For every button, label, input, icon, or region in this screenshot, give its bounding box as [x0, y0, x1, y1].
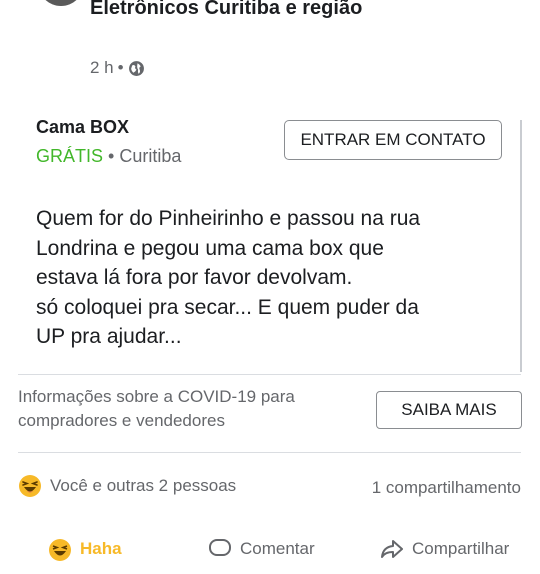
haha-label: Haha [80, 539, 122, 558]
post-body-line: UP pra ajudar... [36, 325, 182, 348]
contact-seller-button[interactable]: ENTRAR EM CONTATO [284, 120, 502, 160]
listing-separator: • [108, 146, 115, 166]
shares-count[interactable]: 1 compartilhamento [372, 478, 521, 498]
post-body-line: Londrina e pegou uma cama box que [36, 236, 384, 260]
comment-label: Comentar [240, 539, 315, 558]
post-body-line: só coloquei pra secar... E quem puder da [36, 295, 419, 319]
post-body-line: estava lá fora por favor devolvam. [36, 266, 353, 289]
reactions-summary[interactable]: Você e outras 2 pessoas [18, 474, 236, 498]
globe-icon [128, 60, 145, 77]
share-icon [380, 538, 404, 560]
meta-separator: • [117, 58, 124, 77]
share-label: Compartilhar [412, 539, 510, 558]
share-button[interactable]: Compartilhar [380, 538, 509, 560]
listing-location: Curitiba [119, 146, 182, 166]
comment-icon [208, 538, 232, 560]
group-avatar[interactable] [38, 0, 84, 6]
post-body-line: Quem for do Pinheirinho e passou na rua [36, 207, 421, 230]
post-action-bar: Haha Comentar Compartilhar [0, 534, 540, 574]
haha-icon [48, 538, 72, 561]
covid-info-text: Informações sobre a COVID-19 para compra… [18, 387, 295, 430]
post-time[interactable]: 2 h [90, 58, 114, 78]
covid-info-banner: Informações sobre a COVID-19 para compra… [18, 374, 522, 453]
comment-button[interactable]: Comentar [208, 538, 315, 560]
haha-emoji-icon [18, 474, 42, 498]
listing-subtitle: GRÁTIS • Curitiba [36, 146, 181, 167]
reactions-text: Você e outras 2 pessoas [50, 476, 237, 495]
listing-title: Cama BOX [36, 117, 130, 137]
post-meta: 2 h • [90, 58, 145, 78]
learn-more-button[interactable]: SAIBA MAIS [376, 391, 522, 429]
group-name-link[interactable]: Eletrônicos Curitiba e região [90, 0, 420, 22]
post-body: Quem for do Pinheirinho e passou na rua … [36, 204, 496, 352]
listing-price: GRÁTIS [36, 146, 104, 166]
text-scrollbar[interactable] [520, 120, 522, 372]
haha-reaction-button[interactable]: Haha [48, 538, 122, 561]
